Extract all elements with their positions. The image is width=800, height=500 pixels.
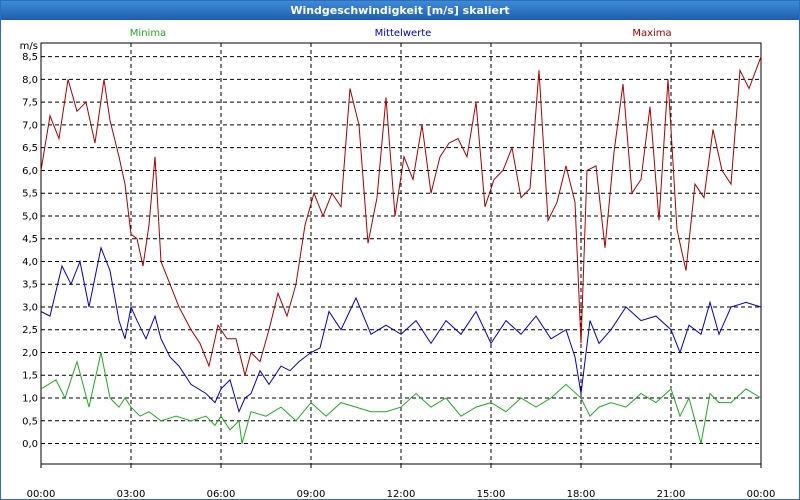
- legend-item-maxima: Maxima: [632, 28, 671, 39]
- x-tick-time: 18:00: [567, 489, 596, 499]
- y-tick-label: 8,0: [22, 75, 38, 86]
- y-tick-label: 7,5: [22, 98, 38, 109]
- y-tick-label: 4,0: [22, 257, 38, 268]
- y-tick-label: 6,0: [22, 166, 38, 177]
- legend-item-minima: Minima: [130, 28, 166, 39]
- y-tick-label: 7,0: [22, 120, 38, 131]
- y-tick-label: 1,0: [22, 394, 38, 405]
- x-tick-time: 00:00: [27, 489, 56, 499]
- y-tick-label: 3,0: [22, 302, 38, 313]
- x-tick-time: 09:00: [297, 489, 326, 499]
- y-tick-label: 5,0: [22, 211, 38, 222]
- y-tick-label: 6,5: [22, 143, 38, 154]
- y-tick-label: 0,0: [22, 439, 38, 450]
- legend-item-mittelwerte: Mittelwerte: [375, 28, 432, 39]
- y-tick-label: 3,5: [22, 280, 38, 291]
- y-tick-label: 1,5: [22, 371, 38, 382]
- line-chart: 0,0 0,5 1,0 1,5 2,0 2,5 3,0 3,5 4,0 4,5 5,0 5,5 6,0 6…: [20, 28, 776, 499]
- y-tick-label: 8,5: [22, 52, 38, 63]
- x-tick-time: 12:00: [387, 489, 416, 499]
- legend: Minima Mittelwerte Maxima: [130, 28, 672, 39]
- x-tick-time: 03:00: [117, 489, 146, 499]
- y-tick-label: 2,0: [22, 348, 38, 359]
- y-tick-label: 0,5: [22, 416, 38, 427]
- chart-window: Windgeschwindigkeit [m/s] skaliert 0,0 0,…: [0, 0, 800, 500]
- y-tick-label: 2,5: [22, 325, 38, 336]
- y-axis-label: m/s: [20, 41, 38, 52]
- window-title: Windgeschwindigkeit [m/s] skaliert: [1, 1, 799, 20]
- x-tick-time: 15:00: [477, 489, 506, 499]
- x-tick-time: 00:00: [747, 489, 776, 499]
- y-tick-label: 5,5: [22, 189, 38, 200]
- x-tick-time: 06:00: [207, 489, 236, 499]
- y-tick-label: 4,5: [22, 234, 38, 245]
- x-tick-time: 21:00: [657, 489, 686, 499]
